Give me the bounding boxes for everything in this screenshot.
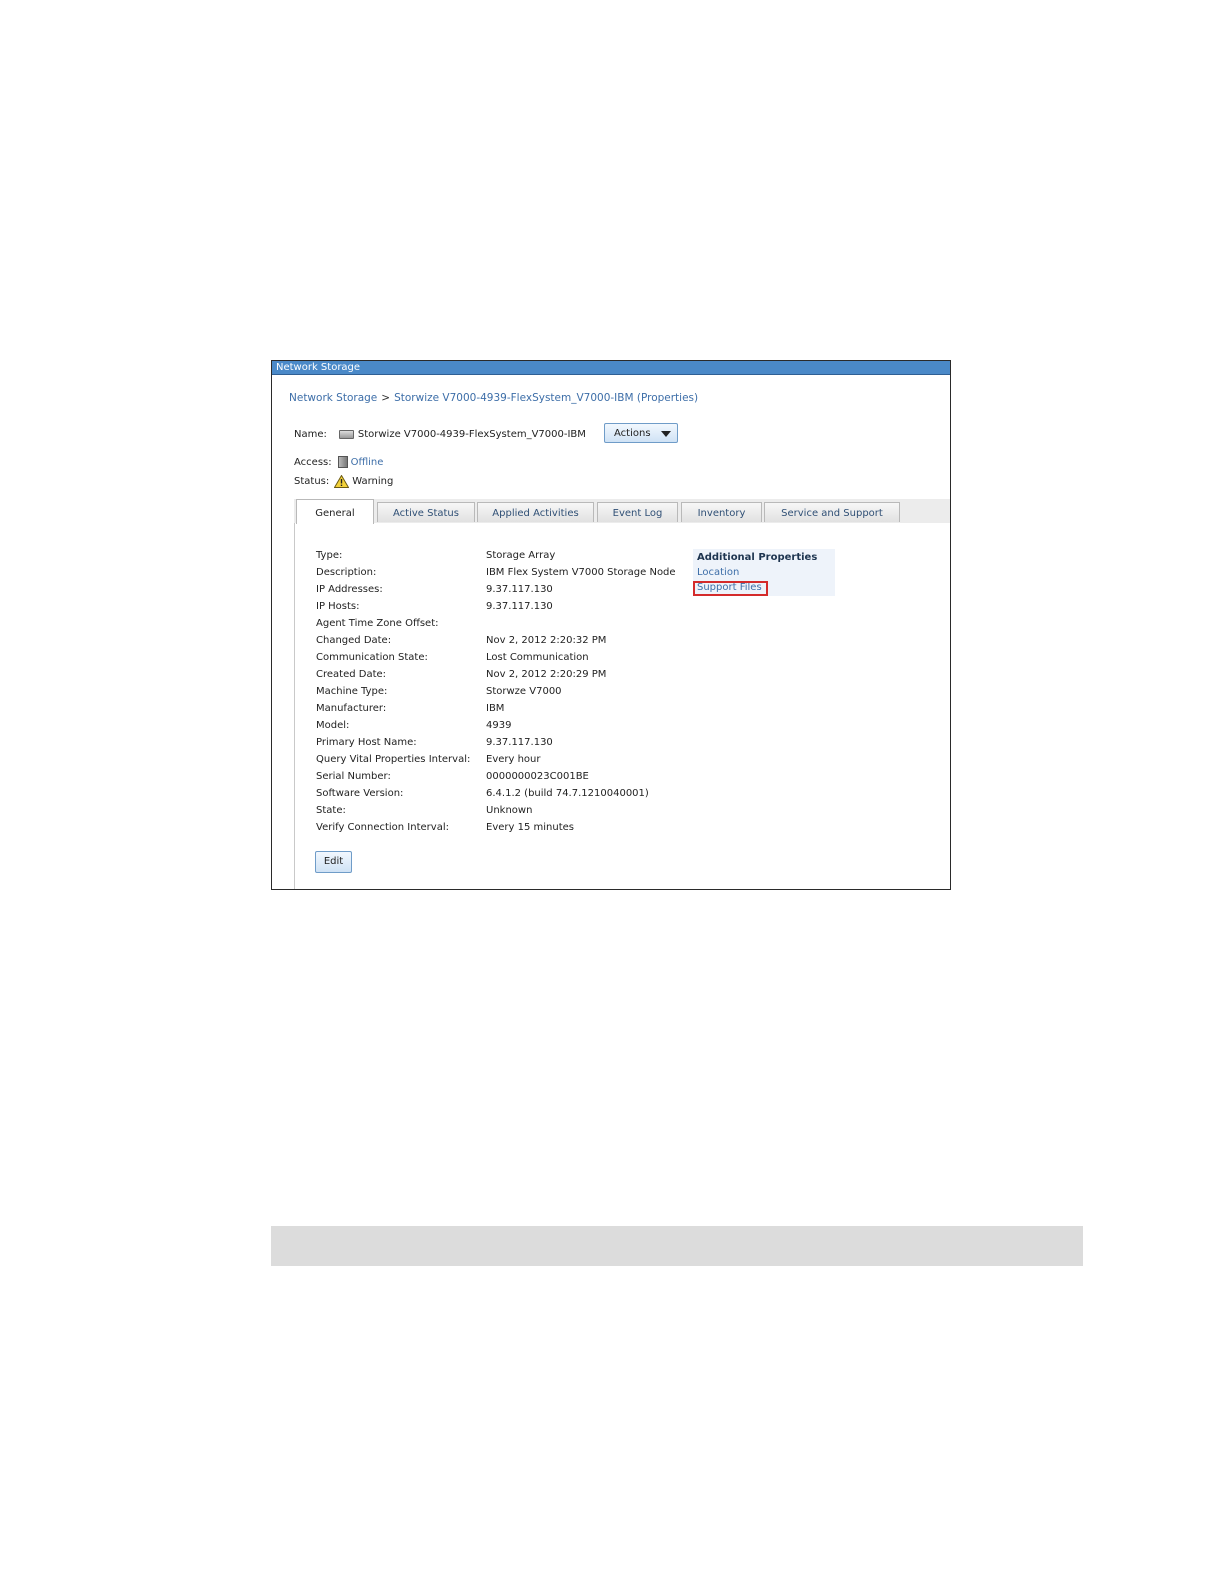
property-row: Serial Number: 0000000023C001BE [316, 771, 696, 788]
property-row: IP Hosts: 9.37.117.130 [316, 601, 696, 618]
tab-general[interactable]: General [296, 499, 374, 524]
tab-event-log[interactable]: Event Log [597, 502, 678, 522]
property-key: Type: [316, 550, 343, 561]
property-value: Nov 2, 2012 2:20:32 PM [486, 635, 607, 646]
property-value: IBM Flex System V7000 Storage Node [486, 567, 676, 578]
status-label: Status: [294, 476, 330, 487]
actions-label: Actions [614, 428, 651, 439]
property-row: State: Unknown [316, 805, 696, 822]
property-value: Every 15 minutes [486, 822, 574, 833]
property-row: Manufacturer: IBM [316, 703, 696, 720]
property-value: 9.37.117.130 [486, 601, 553, 612]
page-footer-bar [271, 1226, 1083, 1266]
property-value: 4939 [486, 720, 512, 731]
property-key: Machine Type: [316, 686, 388, 697]
property-value: Every hour [486, 754, 541, 765]
property-row: Changed Date: Nov 2, 2012 2:20:32 PM [316, 635, 696, 652]
tab-applied-activities[interactable]: Applied Activities [477, 502, 594, 522]
status-value: Warning [352, 476, 394, 487]
chevron-down-icon [661, 431, 671, 437]
property-row: Software Version: 6.4.1.2 (build 74.7.121… [316, 788, 696, 805]
window-title: Network Storage [272, 361, 950, 375]
breadcrumb: Network Storage > Storwize V7000-4939-Flex… [289, 392, 698, 404]
access-offline-link[interactable]: Offline [351, 457, 384, 468]
property-value: 9.37.117.130 [486, 584, 553, 595]
warning-icon [334, 475, 350, 488]
breadcrumb-current-link[interactable]: Storwize V7000-4939-FlexSystem_V7000-IBM… [394, 392, 698, 404]
property-key: Manufacturer: [316, 703, 387, 714]
property-row: Communication State: Lost Communication [316, 652, 696, 669]
property-value: Storage Array [486, 550, 556, 561]
tab-inventory[interactable]: Inventory [681, 502, 762, 522]
property-key: IP Addresses: [316, 584, 383, 595]
name-label: Name: [294, 429, 327, 440]
breadcrumb-separator: > [381, 392, 391, 404]
property-key: Query Vital Properties Interval: [316, 754, 471, 765]
property-key: Serial Number: [316, 771, 391, 782]
property-key: Software Version: [316, 788, 404, 799]
tab-bar: General Active Status Applied Activities… [294, 499, 950, 524]
name-value: Storwize V7000-4939-FlexSystem_V7000-IBM [357, 429, 586, 440]
name-row: Name: Storwize V7000-4939-FlexSystem_V70… [294, 429, 586, 440]
property-key: Primary Host Name: [316, 737, 417, 748]
property-row: Primary Host Name: 9.37.117.130 [316, 737, 696, 754]
property-row: Machine Type: Storwze V7000 [316, 686, 696, 703]
offline-icon [337, 456, 348, 468]
property-key: State: [316, 805, 346, 816]
property-row: IP Addresses: 9.37.117.130 [316, 584, 696, 601]
property-key: Verify Connection Interval: [316, 822, 449, 833]
location-link[interactable]: Location [697, 567, 739, 578]
property-key: Description: [316, 567, 377, 578]
property-row: Type: Storage Array [316, 550, 696, 567]
property-key: IP Hosts: [316, 601, 360, 612]
property-key: Created Date: [316, 669, 387, 680]
property-row: Verify Connection Interval: Every 15 minu… [316, 822, 696, 839]
property-key: Agent Time Zone Offset: [316, 618, 439, 629]
property-value: 9.37.117.130 [486, 737, 553, 748]
access-label: Access: [294, 456, 332, 468]
property-value: 6.4.1.2 (build 74.7.1210040001) [486, 788, 649, 799]
property-key: Communication State: [316, 652, 428, 663]
access-row: Access: Offline [294, 456, 383, 468]
property-value: Unknown [486, 805, 533, 816]
storage-device-icon [338, 430, 354, 439]
property-key: Model: [316, 720, 350, 731]
property-key: Changed Date: [316, 635, 392, 646]
additional-properties-title: Additional Properties [697, 552, 818, 563]
tab-service-and-support[interactable]: Service and Support [764, 502, 900, 522]
edit-button[interactable]: Edit [315, 851, 352, 873]
property-row: Created Date: Nov 2, 2012 2:20:29 PM [316, 669, 696, 686]
support-files-highlight [693, 581, 768, 596]
property-value: Nov 2, 2012 2:20:29 PM [486, 669, 607, 680]
property-row: Query Vital Properties Interval: Every ho… [316, 754, 696, 771]
breadcrumb-root-link[interactable]: Network Storage [289, 392, 377, 404]
property-row: Description: IBM Flex System V7000 Storag… [316, 567, 696, 584]
property-value: Storwze V7000 [486, 686, 562, 697]
actions-button[interactable]: Actions [604, 423, 678, 443]
property-row: Agent Time Zone Offset: [316, 618, 696, 635]
property-value: Lost Communication [486, 652, 589, 663]
property-row: Model: 4939 [316, 720, 696, 737]
property-value: IBM [486, 703, 505, 714]
status-row: Status: Warning [294, 475, 393, 488]
tab-active-status[interactable]: Active Status [377, 502, 475, 522]
property-value: 0000000023C001BE [486, 771, 589, 782]
network-storage-window: Network Storage Network Storage > Storwize… [271, 360, 951, 890]
